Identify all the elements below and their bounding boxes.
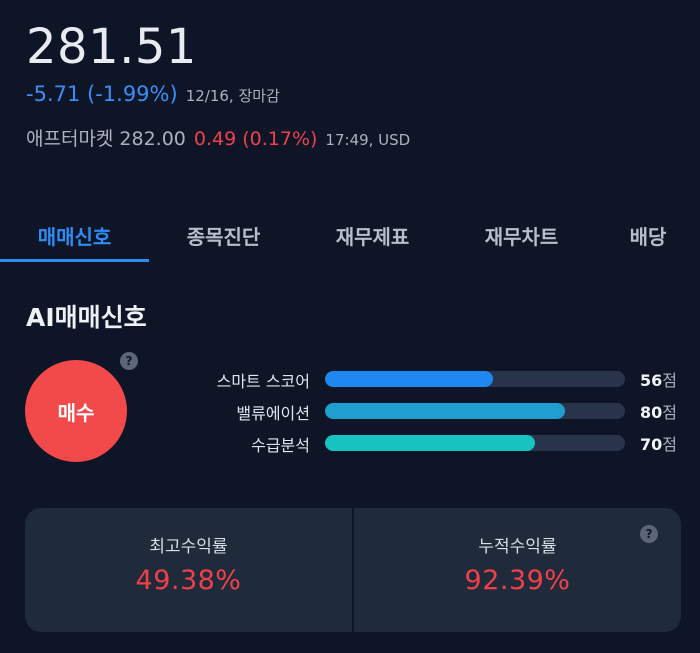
quote-header: 281.51 -5.71 (-1.99%) 12/16, 장마감 애프터마켓 2… bbox=[26, 18, 676, 154]
score-row: 밸류에이션 80점 bbox=[150, 396, 686, 428]
score-bar-track bbox=[325, 371, 625, 387]
cumulative-return-label: 누적수익률 bbox=[478, 537, 557, 557]
score-bar-track bbox=[325, 403, 625, 419]
after-market-change: 0.49 (0.17%) bbox=[193, 128, 318, 150]
max-return-label: 최고수익률 bbox=[149, 537, 228, 557]
score-value: 80점 bbox=[640, 403, 677, 422]
after-market-label: 애프터마켓 bbox=[26, 128, 114, 150]
tab-trading-signal[interactable]: 매매신호 bbox=[0, 208, 149, 262]
score-list: 스마트 스코어 56점 밸류에이션 80점 수급분석 70점 bbox=[150, 364, 686, 460]
tab-financial-charts[interactable]: 재무차트 bbox=[447, 208, 596, 262]
score-label: 수급분석 bbox=[251, 436, 310, 455]
score-value: 56점 bbox=[640, 371, 677, 390]
tab-bar: 매매신호 종목진단 재무제표 재무차트 배당 bbox=[0, 208, 700, 262]
max-return-cell: 최고수익률 49.38% bbox=[25, 508, 352, 632]
signal-label: 매수 bbox=[57, 400, 95, 425]
signal-badge: 매수 bbox=[25, 360, 127, 462]
score-bar-track bbox=[325, 435, 625, 451]
max-return-value: 49.38% bbox=[135, 565, 242, 596]
tab-stock-diagnosis[interactable]: 종목진단 bbox=[149, 208, 298, 262]
score-row: 스마트 스코어 56점 bbox=[150, 364, 686, 396]
section-title: AI매매신호 bbox=[26, 303, 147, 332]
market-close-date: 12/16, 장마감 bbox=[185, 87, 280, 105]
score-value: 70점 bbox=[640, 435, 677, 454]
after-market-price: 282.00 bbox=[119, 128, 186, 150]
question-mark-icon[interactable]: ? bbox=[120, 352, 138, 370]
score-label: 밸류에이션 bbox=[236, 404, 310, 423]
cumulative-return-value: 92.39% bbox=[464, 565, 571, 596]
tab-dividend[interactable]: 배당 bbox=[596, 208, 700, 262]
after-market-row: 애프터마켓 282.00 0.49 (0.17%) 17:49, USD bbox=[26, 124, 676, 154]
score-bar-fill bbox=[325, 435, 535, 451]
score-bar-fill bbox=[325, 371, 493, 387]
question-mark-icon[interactable]: ? bbox=[640, 525, 658, 543]
score-row: 수급분석 70점 bbox=[150, 428, 686, 460]
returns-panel: 최고수익률 49.38% 누적수익률 92.39% bbox=[25, 508, 681, 632]
cumulative-return-cell: 누적수익률 92.39% bbox=[352, 508, 681, 632]
after-market-time: 17:49, USD bbox=[325, 131, 411, 149]
score-bar-fill bbox=[325, 403, 565, 419]
tab-financial-statements[interactable]: 재무제표 bbox=[298, 208, 447, 262]
change-row: -5.71 (-1.99%) 12/16, 장마감 bbox=[26, 82, 676, 112]
score-label: 스마트 스코어 bbox=[216, 372, 310, 391]
current-price: 281.51 bbox=[26, 19, 197, 75]
price-change: -5.71 (-1.99%) bbox=[26, 82, 178, 106]
